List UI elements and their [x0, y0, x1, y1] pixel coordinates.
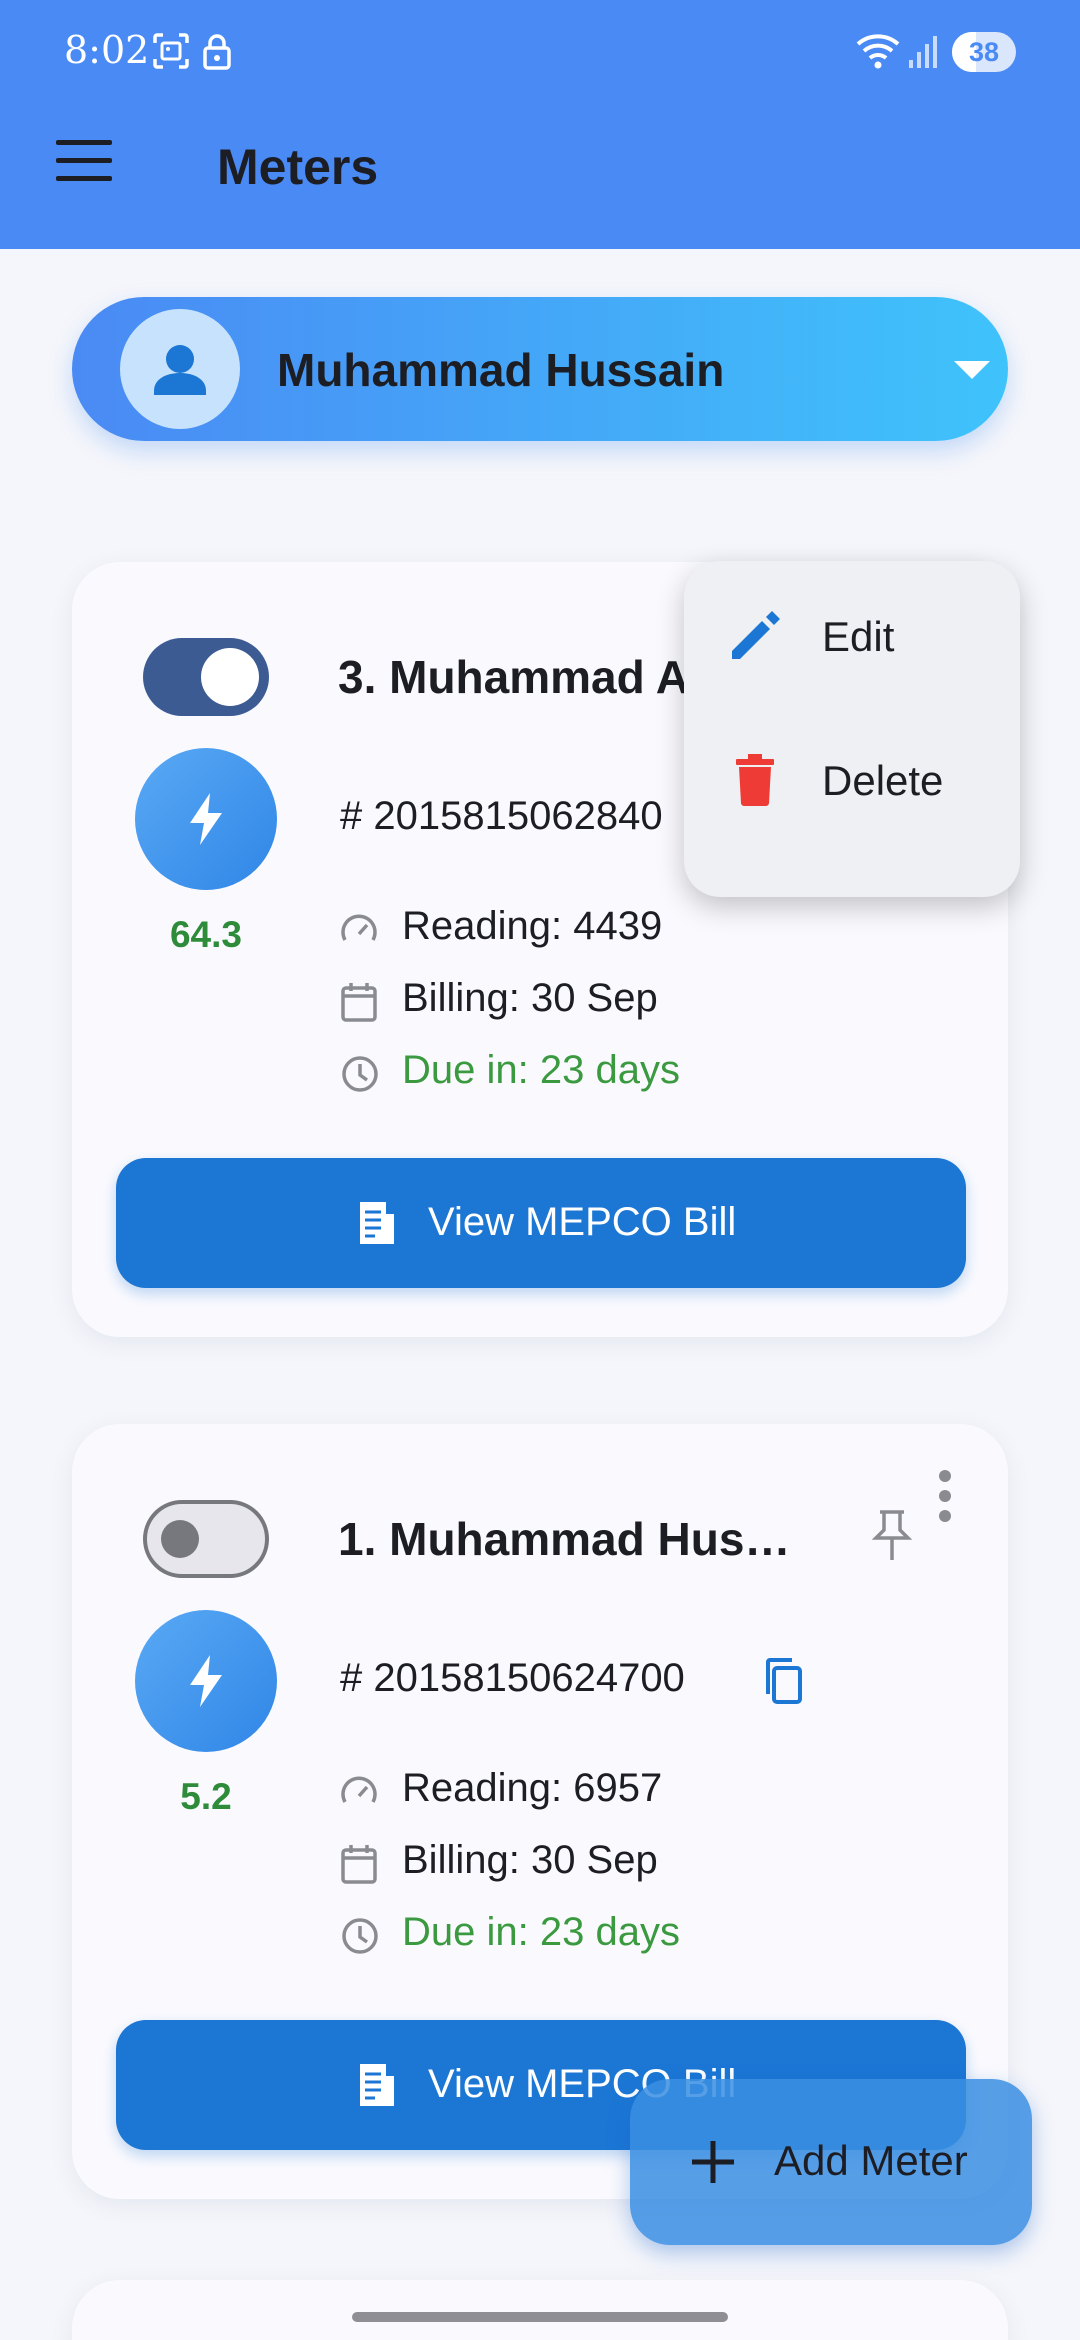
- reading-row: Reading: 4439: [340, 904, 740, 952]
- bolt-icon: [135, 748, 277, 890]
- gauge-icon: [340, 1772, 378, 1815]
- delete-menu-item[interactable]: Delete: [684, 705, 1020, 849]
- due-text: Due in: 23 days: [402, 1910, 680, 1954]
- view-bill-label: View MEPCO Bill: [428, 1200, 737, 1244]
- status-time: 8:02: [64, 28, 150, 72]
- add-meter-button[interactable]: Add Meter: [630, 2079, 1032, 2245]
- view-bill-button[interactable]: View MEPCO Bill: [116, 1158, 966, 1288]
- meter-title: 3. Muhammad A: [338, 651, 690, 703]
- billing-text: Billing: 30 Sep: [402, 976, 658, 1020]
- usage-value: 64.3: [169, 914, 242, 955]
- meter-toggle[interactable]: [143, 638, 269, 716]
- app-bar: 8:02 38 Meters: [0, 0, 1080, 249]
- billing-row: Billing: 30 Sep: [340, 976, 740, 1024]
- menu-icon[interactable]: [52, 140, 116, 196]
- battery-level: 38: [968, 37, 1000, 67]
- gauge-icon: [340, 910, 378, 953]
- page-title: Meters: [217, 139, 379, 195]
- pin-icon[interactable]: [871, 1508, 913, 1569]
- meter-card-partial: [72, 2280, 1008, 2340]
- usage-value: 5.2: [180, 1776, 232, 1817]
- due-row: Due in: 23 days: [340, 1910, 740, 1958]
- receipt-icon: [356, 2062, 398, 2113]
- add-meter-label: Add Meter: [774, 2137, 968, 2184]
- copy-icon[interactable]: [760, 1656, 804, 1711]
- pencil-icon: [726, 607, 784, 670]
- calendar-icon: [340, 1844, 378, 1889]
- meter-number: # 2015815062840: [340, 794, 663, 838]
- due-text: Due in: 23 days: [402, 1048, 680, 1092]
- signal-icon: [908, 32, 938, 75]
- billing-text: Billing: 30 Sep: [402, 1838, 658, 1882]
- edit-label: Edit: [822, 613, 895, 660]
- calendar-icon: [340, 982, 378, 1027]
- reading-text: Reading: 4439: [402, 904, 663, 948]
- receipt-icon: [356, 1200, 398, 1251]
- context-menu: Edit Delete: [684, 561, 1020, 897]
- bolt-icon: [135, 1610, 277, 1752]
- meter-number: # 20158150624700: [340, 1656, 685, 1700]
- battery-indicator: 38: [952, 32, 1016, 72]
- user-name: Muhammad Hussain: [277, 344, 725, 396]
- more-vert-icon[interactable]: [938, 1470, 952, 1527]
- meter-title: 1. Muhammad Hus…: [338, 1513, 791, 1565]
- clock-icon: [340, 1916, 380, 1961]
- reading-row: Reading: 6957: [340, 1766, 740, 1814]
- status-bar: 8:02 38: [0, 0, 1080, 100]
- delete-label: Delete: [822, 757, 944, 804]
- user-selector[interactable]: Muhammad Hussain: [72, 297, 1008, 441]
- person-icon: [120, 309, 240, 429]
- plus-icon: [690, 2139, 736, 2190]
- home-indicator[interactable]: [352, 2312, 728, 2322]
- clock-icon: [340, 1054, 380, 1099]
- billing-row: Billing: 30 Sep: [340, 1838, 740, 1886]
- screenshot-icon: [152, 32, 190, 75]
- trash-icon: [726, 751, 784, 814]
- reading-text: Reading: 6957: [402, 1766, 663, 1810]
- wifi-icon: [856, 32, 900, 75]
- meter-toggle[interactable]: [143, 1500, 269, 1578]
- edit-menu-item[interactable]: Edit: [684, 561, 1020, 705]
- lock-icon: [202, 32, 232, 75]
- due-row: Due in: 23 days: [340, 1048, 740, 1096]
- caret-down-icon: [954, 361, 990, 379]
